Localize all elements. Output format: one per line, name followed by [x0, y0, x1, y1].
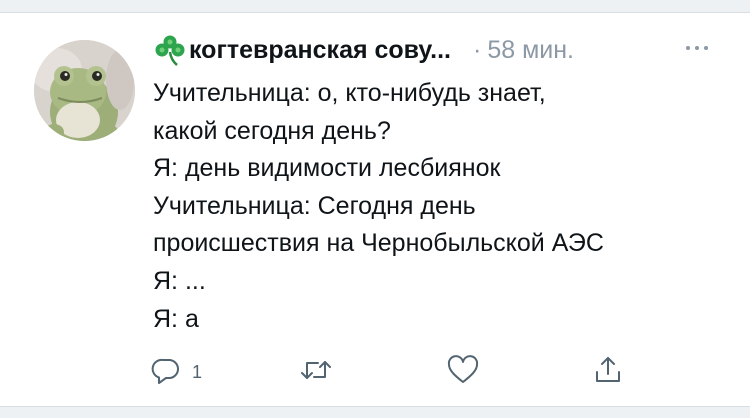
- tweet-page: когтевранская сову... · 58 мин. Учительн…: [0, 0, 750, 418]
- frog-avatar-image: [34, 40, 135, 141]
- tweet-line: Я: а: [153, 304, 199, 333]
- tweet-line: Учительница: о, кто-нибудь знает,: [153, 79, 546, 107]
- reply-icon: [150, 354, 182, 391]
- avatar[interactable]: [34, 40, 135, 141]
- tweet-header: когтевранская сову... · 58 мин.: [153, 30, 574, 70]
- tweet-line: какой сегодня день?: [153, 116, 391, 145]
- action-bar: 1: [150, 352, 650, 392]
- tweet-line: Я: ...: [153, 266, 206, 295]
- retweet-icon: [298, 354, 334, 391]
- reply-count: 1: [192, 361, 203, 382]
- shamrock-icon: [153, 33, 187, 67]
- top-divider: [0, 0, 750, 13]
- display-name[interactable]: когтевранская сову...: [189, 36, 451, 65]
- bottom-divider: [0, 406, 750, 418]
- tweet-line: Я: день видимости лесбиянок: [153, 154, 501, 183]
- share-icon: [592, 354, 624, 391]
- tweet-line: Учительница: Сегодня день: [153, 191, 476, 220]
- retweet-button[interactable]: [298, 352, 334, 392]
- share-button[interactable]: [592, 352, 624, 392]
- timestamp[interactable]: 58 мин.: [487, 36, 574, 65]
- header-separator: ·: [472, 35, 482, 64]
- tweet-line: происшествия на Чернобыльской АЭС: [153, 229, 604, 258]
- like-button[interactable]: [446, 352, 480, 392]
- reply-button[interactable]: 1: [150, 352, 202, 392]
- tweet-text: Учительница: о, кто-нибудь знает, какой …: [153, 75, 733, 338]
- heart-icon: [446, 354, 480, 391]
- more-icon[interactable]: [682, 38, 712, 58]
